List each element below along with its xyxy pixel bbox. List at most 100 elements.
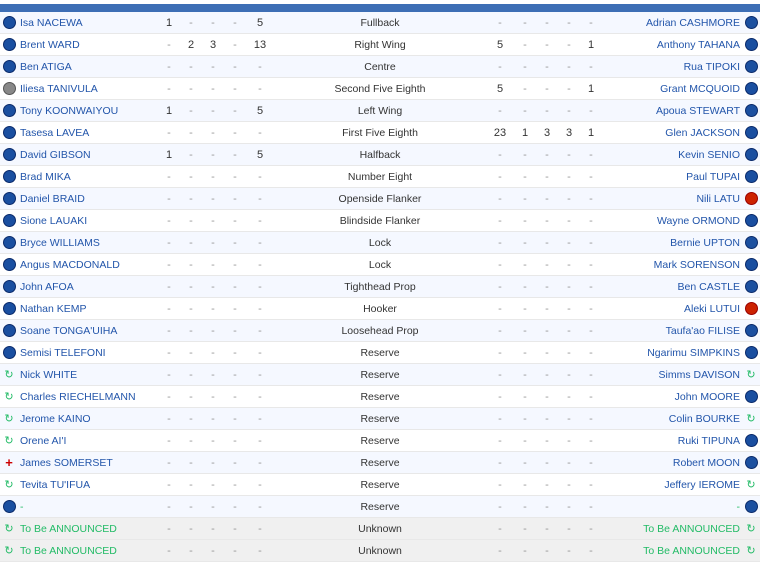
stat-dg-a-6: - [224, 148, 246, 162]
stat-c-a-17: - [180, 390, 202, 404]
icon-bop-8 [742, 191, 760, 206]
stat-c-a-3: - [180, 82, 202, 96]
stat-c-a-15: - [180, 346, 202, 360]
stat-p-a-21: - [202, 478, 224, 492]
stat-pts-b-3: 5 [486, 82, 514, 96]
stat-pts-b-5: 23 [486, 126, 514, 140]
stat-pts-b-10: - [486, 236, 514, 250]
position-0: Fullback [274, 16, 486, 30]
stat-c-a-7: - [180, 170, 202, 184]
stat-p-a-9: - [202, 214, 224, 228]
stat-p-b-9: - [536, 214, 558, 228]
stat-c-a-12: - [180, 280, 202, 294]
icon-bop-17 [742, 389, 760, 404]
stat-p-a-3: - [202, 82, 224, 96]
icon-bop-22 [742, 499, 760, 514]
player-bop-24: To Be ANNOUNCED [602, 544, 742, 558]
stat-c-b-23: - [558, 522, 580, 536]
header-position [274, 7, 486, 9]
stat-p-a-19: - [202, 434, 224, 448]
header-p-a [202, 7, 224, 9]
icon-auckland-17: ↻ [0, 389, 18, 404]
stat-c-a-0: - [180, 16, 202, 30]
icon-auckland-22 [0, 499, 18, 514]
stat-dg-a-12: - [224, 280, 246, 294]
stat-t-b-1: 1 [580, 38, 602, 52]
header-c-b [558, 7, 580, 9]
player-bop-18: Colin BOURKE [602, 412, 742, 426]
player-auckland-14: Soane TONGA'UIHA [18, 324, 158, 338]
stat-t-a-3: - [158, 82, 180, 96]
stat-c-b-20: - [558, 456, 580, 470]
position-10: Lock [274, 236, 486, 250]
stat-t-b-17: - [580, 390, 602, 404]
icon-bop-6 [742, 147, 760, 162]
player-auckland-10: Bryce WILLIAMS [18, 236, 158, 250]
stat-p-a-17: - [202, 390, 224, 404]
stat-pts-b-15: - [486, 346, 514, 360]
stat-c-b-19: - [558, 434, 580, 448]
player-auckland-0: Isa NACEWA [18, 16, 158, 30]
header-t-a [158, 7, 180, 9]
stat-t-a-0: 1 [158, 16, 180, 30]
player-bop-5: Glen JACKSON [602, 126, 742, 140]
stat-c-b-22: - [558, 500, 580, 514]
table-row: ↻ Nick WHITE - - - - - Reserve - - - - -… [0, 364, 760, 386]
stat-t-b-24: - [580, 544, 602, 558]
stat-p-b-11: - [536, 258, 558, 272]
icon-bop-21: ↻ [742, 477, 760, 492]
stat-t-a-24: - [158, 544, 180, 558]
stat-p-b-17: - [536, 390, 558, 404]
icon-auckland-21: ↻ [0, 477, 18, 492]
stat-t-a-9: - [158, 214, 180, 228]
stat-p-a-1: 3 [202, 38, 224, 52]
position-19: Reserve [274, 434, 486, 448]
stat-pts-a-14: - [246, 324, 274, 338]
stat-p-a-12: - [202, 280, 224, 294]
stat-dg-a-2: - [224, 60, 246, 74]
stat-pts-b-6: - [486, 148, 514, 162]
stat-dg-a-1: - [224, 38, 246, 52]
stat-p-a-7: - [202, 170, 224, 184]
position-3: Second Five Eighth [274, 82, 486, 96]
stat-pts-a-19: - [246, 434, 274, 448]
stat-pts-a-15: - [246, 346, 274, 360]
stat-c-a-11: - [180, 258, 202, 272]
icon-auckland-24: ↻ [0, 543, 18, 558]
stat-c-b-9: - [558, 214, 580, 228]
table-row: ↻ To Be ANNOUNCED - - - - - Unknown - - … [0, 518, 760, 540]
player-auckland-15: Semisi TELEFONI [18, 346, 158, 360]
header-player-b [602, 7, 742, 9]
stat-dg-a-10: - [224, 236, 246, 250]
icon-bop-7 [742, 169, 760, 184]
stat-pts-a-21: - [246, 478, 274, 492]
table-row: Isa NACEWA 1 - - - 5 Fullback - - - - - … [0, 12, 760, 34]
stat-t-a-1: - [158, 38, 180, 52]
stat-dg-b-4: - [514, 104, 536, 118]
stat-dg-b-2: - [514, 60, 536, 74]
player-auckland-13: Nathan KEMP [18, 302, 158, 316]
icon-auckland-12 [0, 279, 18, 294]
header-c-a [180, 7, 202, 9]
stat-p-b-3: - [536, 82, 558, 96]
icon-auckland-2 [0, 59, 18, 74]
stat-dg-b-12: - [514, 280, 536, 294]
stat-dg-a-16: - [224, 368, 246, 382]
icon-bop-3 [742, 81, 760, 96]
position-14: Loosehead Prop [274, 324, 486, 338]
stat-p-a-22: - [202, 500, 224, 514]
stat-t-b-19: - [580, 434, 602, 448]
stat-t-b-22: - [580, 500, 602, 514]
table-row: Tasesa LAVEA - - - - - First Five Eighth… [0, 122, 760, 144]
stat-p-a-8: - [202, 192, 224, 206]
icon-bop-24: ↻ [742, 543, 760, 558]
stat-t-b-20: - [580, 456, 602, 470]
position-16: Reserve [274, 368, 486, 382]
stat-p-a-16: - [202, 368, 224, 382]
stat-dg-a-9: - [224, 214, 246, 228]
stat-p-a-2: - [202, 60, 224, 74]
stat-pts-b-16: - [486, 368, 514, 382]
player-auckland-8: Daniel BRAID [18, 192, 158, 206]
stat-pts-b-17: - [486, 390, 514, 404]
stat-dg-b-23: - [514, 522, 536, 536]
